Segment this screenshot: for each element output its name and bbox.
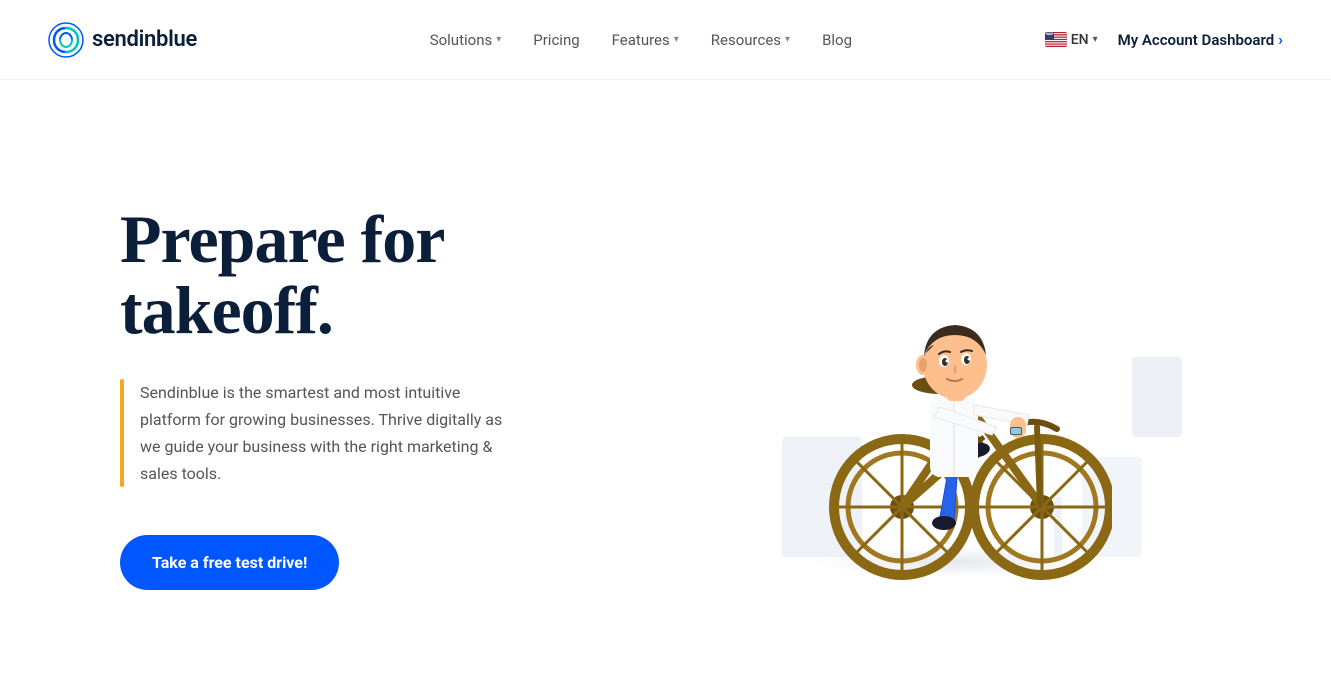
hero-description-wrapper: Sendinblue is the smartest and most intu…	[120, 379, 620, 488]
hero-content: Prepare for takeoff. Sendinblue is the s…	[120, 204, 620, 591]
nav-resources[interactable]: Resources ▾	[711, 31, 790, 49]
main-nav: Solutions ▾ Pricing Features ▾ Resources…	[237, 31, 1045, 49]
site-header: sendinblue Solutions ▾ Pricing Features …	[0, 0, 1331, 80]
account-chevron-icon: ›	[1278, 30, 1283, 49]
language-selector[interactable]: EN ▾	[1045, 32, 1098, 48]
resources-chevron-icon: ▾	[785, 34, 790, 45]
nav-blog[interactable]: Blog	[822, 31, 852, 49]
flag-icon	[1045, 32, 1067, 47]
cta-button[interactable]: Take a free test drive!	[120, 535, 339, 590]
nav-pricing[interactable]: Pricing	[533, 31, 579, 49]
solutions-chevron-icon: ▾	[496, 34, 501, 45]
hero-title: Prepare for takeoff.	[120, 204, 620, 347]
sendinblue-logo-icon	[48, 22, 84, 58]
logo-text: sendinblue	[92, 27, 197, 52]
logo-link[interactable]: sendinblue	[48, 22, 197, 58]
hero-character-bicycle-svg	[792, 187, 1112, 607]
features-chevron-icon: ▾	[674, 34, 679, 45]
header-right: EN ▾ My Account Dashboard ›	[1045, 30, 1283, 49]
nav-features[interactable]: Features ▾	[612, 31, 679, 49]
hero-description: Sendinblue is the smartest and most intu…	[140, 379, 520, 488]
language-arrow-icon: ▾	[1093, 34, 1098, 45]
hero-illustration	[620, 147, 1283, 647]
yellow-accent-bar	[120, 379, 124, 488]
hero-section: Prepare for takeoff. Sendinblue is the s…	[0, 80, 1331, 694]
background-element-right	[1132, 357, 1182, 437]
character-scene	[742, 157, 1162, 637]
account-dashboard-link[interactable]: My Account Dashboard ›	[1118, 30, 1283, 49]
nav-solutions[interactable]: Solutions ▾	[430, 31, 502, 49]
language-label: EN	[1071, 32, 1089, 48]
